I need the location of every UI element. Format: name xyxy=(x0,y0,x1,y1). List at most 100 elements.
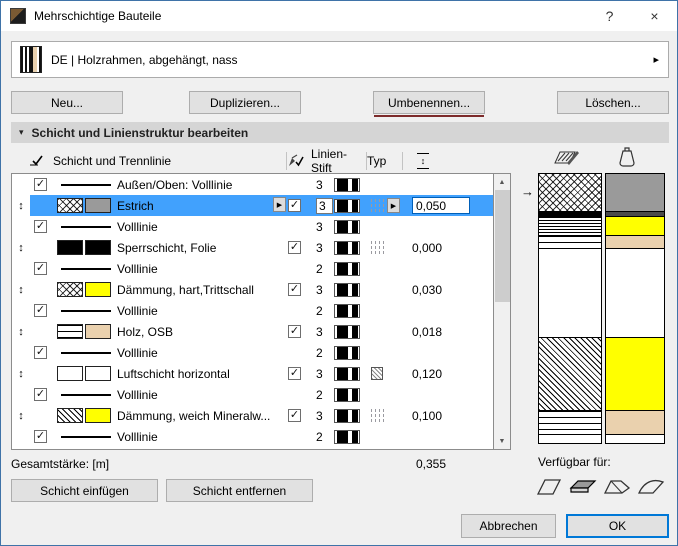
collapse-triangle-icon[interactable]: ▾ xyxy=(19,127,24,138)
pen-color-icon[interactable] xyxy=(334,240,360,255)
shell-icon[interactable] xyxy=(637,476,665,498)
layer-row[interactable]: ↕ Estrich ▶ ✓ 3 ▶ 0,050 xyxy=(12,195,493,216)
pen-number-cell[interactable]: 3 xyxy=(312,279,334,300)
pen-checkbox[interactable]: ✓ xyxy=(288,241,301,254)
layer-row[interactable]: ↕ Holz, OSB ✓ 3 0,018 xyxy=(12,321,493,342)
row-name[interactable]: Dämmung, hart,Trittschall xyxy=(112,279,288,300)
row-name[interactable]: Volllinie xyxy=(112,384,288,405)
layer-hatch-swatch[interactable] xyxy=(57,240,83,255)
pen-color-icon[interactable] xyxy=(334,282,360,297)
cut-fill-pen-icon[interactable] xyxy=(553,147,579,170)
layer-row[interactable]: ↕ Dämmung, weich Mineralw... ✓ 3 0,100 xyxy=(12,405,493,426)
pen-number-cell[interactable]: 3 xyxy=(312,216,334,237)
layer-color-swatch[interactable] xyxy=(85,198,111,213)
table-scrollbar[interactable]: ▲ ▼ xyxy=(494,173,511,450)
separator-row[interactable]: ✓ Volllinie 2 xyxy=(12,426,493,447)
row-drag-handle[interactable]: ↕ xyxy=(12,279,30,300)
pen-checkbox[interactable]: ✓ xyxy=(288,283,301,296)
row-drag-handle[interactable]: ↕ xyxy=(12,405,30,426)
layer-hatch-swatch[interactable] xyxy=(57,366,83,381)
layer-hatch-swatch[interactable] xyxy=(57,408,83,423)
chevron-right-icon[interactable]: ▸ xyxy=(653,53,659,66)
close-button[interactable]: × xyxy=(632,1,677,31)
separator-row[interactable]: ✓ Volllinie 2 xyxy=(12,300,493,321)
insert-layer-button[interactable]: Schicht einfügen xyxy=(11,479,158,502)
row-name[interactable]: Sperrschicht, Folie xyxy=(112,237,288,258)
pen-number-cell[interactable]: 2 xyxy=(312,384,334,405)
separator-checkbox[interactable]: ✓ xyxy=(34,178,47,191)
remove-layer-button[interactable]: Schicht entfernen xyxy=(166,479,313,502)
separator-checkbox[interactable]: ✓ xyxy=(34,220,47,233)
row-name[interactable]: Volllinie xyxy=(112,300,288,321)
scroll-down-icon[interactable]: ▼ xyxy=(495,433,510,449)
separator-checkbox[interactable]: ✓ xyxy=(34,346,47,359)
row-name[interactable]: Estrich ▶ xyxy=(112,195,288,216)
pen-number-cell[interactable]: 3 xyxy=(312,237,334,258)
separator-checkbox[interactable]: ✓ xyxy=(34,304,47,317)
row-name[interactable]: Holz, OSB xyxy=(112,321,288,342)
thickness-cell[interactable]: 0,018 xyxy=(404,321,493,342)
pen-number-cell[interactable]: 3 xyxy=(312,405,334,426)
row-drag-handle[interactable]: ↕ xyxy=(12,321,30,342)
roof-icon[interactable] xyxy=(603,476,631,498)
pen-number-cell[interactable]: 3 xyxy=(312,195,334,216)
pen-color-icon[interactable] xyxy=(334,429,360,444)
row-drag-handle[interactable]: ↕ xyxy=(12,237,30,258)
surface-material-icon[interactable] xyxy=(617,147,637,172)
thickness-cell[interactable]: 0,000 xyxy=(404,237,493,258)
pen-checkbox[interactable]: ✓ xyxy=(288,367,301,380)
separator-row[interactable]: ✓ Volllinie 2 xyxy=(12,258,493,279)
pen-checkbox[interactable]: ✓ xyxy=(288,199,301,212)
pen-color-icon[interactable] xyxy=(334,324,360,339)
help-button[interactable]: ? xyxy=(587,1,632,31)
ok-button[interactable]: OK xyxy=(566,514,669,538)
pen-color-icon[interactable] xyxy=(334,345,360,360)
layer-hatch-swatch[interactable] xyxy=(57,282,83,297)
row-name[interactable]: Volllinie xyxy=(112,258,288,279)
pen-checkbox[interactable]: ✓ xyxy=(288,409,301,422)
cancel-button[interactable]: Abbrechen xyxy=(461,514,556,538)
wall-icon[interactable] xyxy=(535,476,563,498)
composite-selector[interactable]: DE | Holzrahmen, abgehängt, nass ▸ xyxy=(11,41,669,78)
name-popup-arrow[interactable]: ▶ xyxy=(273,197,286,212)
row-name[interactable]: Dämmung, weich Mineralw... xyxy=(112,405,288,426)
type-popup-arrow[interactable]: ▶ xyxy=(387,198,400,213)
pen-color-icon[interactable] xyxy=(334,177,360,192)
thickness-cell[interactable]: 0,120 xyxy=(404,363,493,384)
rename-button[interactable]: Umbenennen... xyxy=(373,91,485,114)
row-name[interactable]: Volllinie xyxy=(112,342,288,363)
pen-checkbox[interactable]: ✓ xyxy=(288,325,301,338)
layer-color-swatch[interactable] xyxy=(85,408,111,423)
layer-row[interactable]: ↕ Luftschicht horizontal ✓ 3 0,120 xyxy=(12,363,493,384)
pen-number-cell[interactable]: 2 xyxy=(312,426,334,447)
row-drag-handle[interactable]: ↕ xyxy=(12,363,30,384)
separator-checkbox[interactable]: ✓ xyxy=(34,430,47,443)
new-button[interactable]: Neu... xyxy=(11,91,123,114)
layer-color-swatch[interactable] xyxy=(85,282,111,297)
thickness-cell[interactable]: 0,100 xyxy=(404,405,493,426)
layer-hatch-swatch[interactable] xyxy=(57,198,83,213)
layer-color-swatch[interactable] xyxy=(85,324,111,339)
scrollbar-thumb[interactable] xyxy=(494,190,510,302)
pen-number-cell[interactable]: 2 xyxy=(312,258,334,279)
row-name[interactable]: Volllinie xyxy=(112,216,288,237)
layer-row[interactable]: ↕ Sperrschicht, Folie ✓ 3 0,000 xyxy=(12,237,493,258)
row-drag-handle[interactable]: ↕ xyxy=(12,195,30,216)
duplicate-button[interactable]: Duplizieren... xyxy=(189,91,301,114)
pen-color-icon[interactable] xyxy=(334,219,360,234)
separator-row[interactable]: ✓ Außen/Oben: Volllinie 3 xyxy=(12,174,493,195)
pen-color-icon[interactable] xyxy=(334,408,360,423)
thickness-cell[interactable]: 0,030 xyxy=(404,279,493,300)
row-name[interactable]: Luftschicht horizontal xyxy=(112,363,288,384)
separator-checkbox[interactable]: ✓ xyxy=(34,388,47,401)
row-name[interactable]: Volllinie xyxy=(112,426,288,447)
pen-number-cell[interactable]: 2 xyxy=(312,342,334,363)
thickness-field[interactable]: 0,050 xyxy=(412,197,470,214)
separator-row[interactable]: ✓ Volllinie 2 xyxy=(12,342,493,363)
thickness-cell[interactable]: 0,050 xyxy=(404,195,493,216)
slab-icon[interactable] xyxy=(569,476,597,498)
pen-number-field[interactable]: 3 xyxy=(316,197,333,214)
scroll-up-icon[interactable]: ▲ xyxy=(495,174,510,190)
pen-color-icon[interactable] xyxy=(334,303,360,318)
pen-number-cell[interactable]: 3 xyxy=(312,174,334,195)
